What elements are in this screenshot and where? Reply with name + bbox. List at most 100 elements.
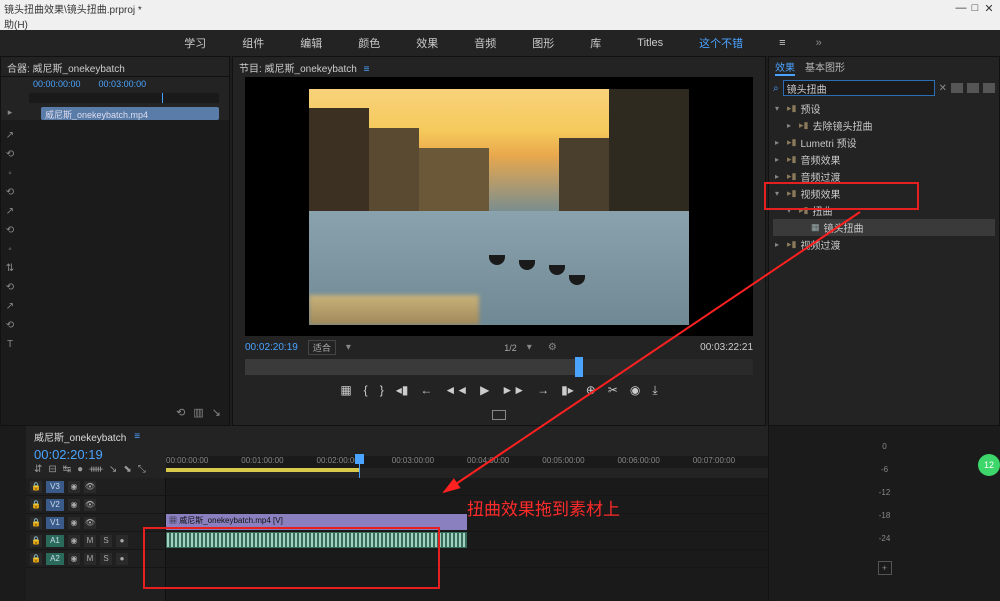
timeline-tool-4[interactable]: ᚔ (89, 464, 103, 475)
work-area-bar[interactable] (166, 468, 359, 472)
effect-folder[interactable]: ▸▸▮Lumetri 预设 (773, 134, 995, 151)
effect-folder[interactable]: ▸▸▮去除镜头扭曲 (773, 117, 995, 134)
workspace-tab-6[interactable]: 图形 (526, 33, 560, 53)
mute-button[interactable]: M (84, 553, 96, 565)
timeline-tool-5[interactable]: ↘ (109, 464, 117, 475)
source-tool-4[interactable]: ↗ (6, 206, 14, 217)
source-tool-5[interactable]: ⟲ (6, 225, 14, 236)
window-close-button[interactable]: ✕ (982, 2, 996, 15)
effects-tab-1[interactable]: 基本图形 (805, 59, 845, 76)
eye-icon[interactable]: 👁 (84, 517, 96, 529)
transport-button-7[interactable]: ►► (501, 383, 525, 397)
playhead-icon[interactable] (575, 357, 583, 377)
track-header-A2[interactable]: 🔒 A2 ◉ MS ● (26, 550, 165, 568)
source-footer-icon-1[interactable]: ▥ (193, 406, 203, 419)
workspace-tab-4[interactable]: 效果 (410, 33, 444, 53)
toggle-output-icon[interactable]: ◉ (68, 535, 80, 547)
source-tool-0[interactable]: ↗ (6, 130, 14, 141)
track-header-A1[interactable]: 🔒 A1 ◉ MS ● (26, 532, 165, 550)
source-tool-2[interactable]: ◦ (8, 168, 12, 179)
lock-icon[interactable]: 🔒 (30, 535, 42, 547)
eye-icon[interactable]: 👁 (84, 499, 96, 511)
source-mini-timeline[interactable] (29, 93, 219, 103)
preset-icon-2[interactable] (967, 83, 979, 93)
timeline-ruler[interactable]: 00:00:00:0000:01:00:0000:02:00:0000:03:0… (166, 456, 768, 478)
workspace-tab-0[interactable]: 学习 (178, 33, 212, 53)
transport-button-2[interactable]: } (380, 383, 384, 397)
transport-button-5[interactable]: ◄◄ (444, 383, 468, 397)
effect-folder[interactable]: ▾▸▮扭曲 (773, 202, 995, 219)
record-icon[interactable]: ● (116, 553, 128, 565)
workspace-tab-8[interactable]: Titles (631, 35, 669, 51)
source-tool-11[interactable]: T (7, 339, 13, 350)
transport-button-8[interactable]: → (537, 383, 549, 397)
window-maximize-button[interactable]: □ (968, 2, 982, 14)
chevron-right-icon[interactable]: » (816, 37, 822, 49)
eye-icon[interactable]: 👁 (84, 481, 96, 493)
timeline-tool-1[interactable]: ⊟ (48, 464, 56, 475)
effect-folder[interactable]: ▸▸▮音频过渡 (773, 168, 995, 185)
record-icon[interactable]: ● (116, 535, 128, 547)
mute-button[interactable]: M (84, 535, 96, 547)
track-tag[interactable]: A1 (46, 535, 64, 547)
lock-icon[interactable]: 🔒 (30, 481, 42, 493)
effect-folder[interactable]: ▸▸▮音频效果 (773, 151, 995, 168)
source-footer-icon-2[interactable]: ↘ (212, 406, 221, 419)
panel-menu-icon[interactable]: ≡ (134, 431, 140, 442)
audio-lane[interactable] (166, 550, 768, 568)
resolution-dropdown[interactable]: 1/2 (504, 343, 517, 353)
solo-button[interactable]: S (100, 535, 112, 547)
transport-button-13[interactable]: ⤓ (652, 383, 657, 398)
toggle-output-icon[interactable]: ◉ (68, 517, 80, 529)
source-tool-3[interactable]: ⟲ (6, 187, 14, 198)
track-tag[interactable]: A2 (46, 553, 64, 565)
timeline-tool-0[interactable]: ⇵ (34, 464, 42, 475)
audio-clip[interactable] (166, 532, 467, 548)
track-toggle-icon[interactable]: ▸ (1, 105, 19, 120)
solo-button[interactable]: S (100, 553, 112, 565)
workspace-overflow-icon[interactable]: ≡ (773, 35, 791, 51)
effects-search-input[interactable] (783, 80, 935, 96)
source-tool-1[interactable]: ⟲ (6, 149, 14, 160)
source-tool-8[interactable]: ⟲ (6, 282, 14, 293)
transport-button-0[interactable]: ▦ (340, 383, 351, 397)
clear-search-button[interactable]: ✕ (939, 83, 947, 94)
transport-button-1[interactable]: { (364, 383, 368, 397)
source-clip-chip[interactable]: 威尼斯_onekeybatch.mp4 (41, 107, 219, 120)
settings-icon[interactable]: ⚙ (548, 342, 557, 353)
timeline-tool-6[interactable]: ⬊ (123, 464, 131, 475)
panel-menu-icon[interactable]: ≡ (364, 64, 370, 75)
toggle-output-icon[interactable]: ◉ (68, 481, 80, 493)
transport-button-4[interactable]: ← (420, 383, 432, 397)
workspace-tab-2[interactable]: 编辑 (294, 33, 328, 53)
workspace-tab-5[interactable]: 音频 (468, 33, 502, 53)
transport-button-11[interactable]: ✂ (608, 383, 618, 397)
zoom-fit-dropdown[interactable]: 适合 (308, 340, 336, 355)
workspace-tab-3[interactable]: 颜色 (352, 33, 386, 53)
track-tag[interactable]: V2 (46, 499, 64, 511)
program-tc-current[interactable]: 00:02:20:19 (245, 342, 298, 353)
preset-icon-3[interactable] (983, 83, 995, 93)
transport-button-3[interactable]: ◂▮ (396, 383, 409, 397)
lock-icon[interactable]: 🔒 (30, 517, 42, 529)
source-tool-6[interactable]: ◦ (8, 244, 12, 255)
track-header-V2[interactable]: 🔒 V2 ◉ 👁 (26, 496, 165, 514)
effect-item[interactable]: ▦镜头扭曲 (773, 219, 995, 236)
video-lane[interactable] (166, 478, 768, 496)
lock-icon[interactable]: 🔒 (30, 553, 42, 565)
transport-button-9[interactable]: ▮▸ (561, 383, 574, 397)
source-tool-9[interactable]: ↗ (6, 301, 14, 312)
track-header-V3[interactable]: 🔒V3◉👁 (26, 478, 165, 496)
toggle-output-icon[interactable]: ◉ (68, 553, 80, 565)
source-footer-icon-0[interactable]: ⟲ (176, 406, 185, 419)
lock-icon[interactable]: 🔒 (30, 499, 42, 511)
add-track-button[interactable]: + (878, 561, 892, 575)
marker-box-icon[interactable] (492, 410, 506, 420)
timeline-tool-7[interactable]: ⤡ (138, 464, 146, 475)
transport-button-12[interactable]: ◉ (630, 383, 640, 397)
effect-folder[interactable]: ▾▸▮预设 (773, 100, 995, 117)
helper-badge[interactable]: 12 (978, 454, 1000, 476)
transport-button-6[interactable]: ▶ (480, 383, 489, 397)
toggle-output-icon[interactable]: ◉ (68, 499, 80, 511)
source-tool-10[interactable]: ⟲ (6, 320, 14, 331)
